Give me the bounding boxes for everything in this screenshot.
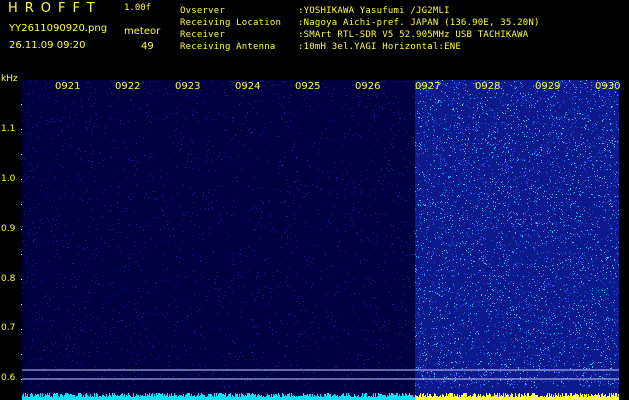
app-title: HROFFT	[8, 1, 102, 16]
detector-label: meteor	[124, 26, 161, 37]
y-tick-label: 1.0	[1, 174, 16, 184]
spectrogram	[22, 80, 619, 400]
y-tick-label: 0.7	[1, 323, 16, 333]
image-filename: YY2611090920.png	[9, 23, 108, 34]
x-tick-label: 0926	[355, 81, 381, 92]
info-label: Receiver	[180, 30, 225, 40]
info-label: Receiving Antenna	[180, 42, 276, 52]
x-tick-label: 0921	[55, 81, 81, 92]
x-tick-label: 0927	[415, 81, 441, 92]
x-tick-label: 0923	[175, 81, 201, 92]
info-value: :SMArt RTL-SDR V5 52.905MHz USB TACHIKAW…	[298, 30, 529, 40]
info-value: :YOSHIKAWA Yasufumi /JG2MLI	[298, 6, 450, 16]
y-tick-label: 0.6	[1, 373, 16, 383]
x-tick-label: 0925	[295, 81, 321, 92]
y-tick-label: 1.1	[1, 124, 16, 134]
y-tick-label: 0.9	[1, 224, 16, 234]
info-label: Ovserver	[180, 6, 225, 16]
spectrogram-canvas	[22, 80, 619, 400]
x-tick-label: 0930	[595, 81, 621, 92]
x-tick-label: 0929	[535, 81, 561, 92]
x-tick-label: 0924	[235, 81, 261, 92]
version-label: 1.00f	[124, 3, 152, 13]
info-antenna: Receiving Antenna :10mH 3el.YAGI Horizont…	[180, 42, 461, 52]
x-tick-label: 0928	[475, 81, 501, 92]
info-observer: Ovserver :YOSHIKAWA Yasufumi /JG2MLI	[180, 6, 450, 16]
info-value: :Nagoya Aichi-pref. JAPAN (136.90E, 35.2…	[298, 18, 540, 28]
info-value: :10mH 3el.YAGI Horizontal:ENE	[298, 42, 461, 52]
info-location: Receiving Location :Nagoya Aichi-pref. JA…	[180, 18, 540, 28]
y-axis-unit: kHz	[1, 74, 18, 84]
y-tick-label: 0.8	[1, 274, 16, 284]
x-tick-label: 0922	[115, 81, 141, 92]
info-receiver: Receiver :SMArt RTL-SDR V5 52.905MHz USB …	[180, 30, 528, 40]
meteor-count: 49	[141, 41, 154, 52]
info-label: Receiving Location	[180, 18, 282, 28]
timestamp: 26.11.09 09:20	[9, 40, 86, 51]
